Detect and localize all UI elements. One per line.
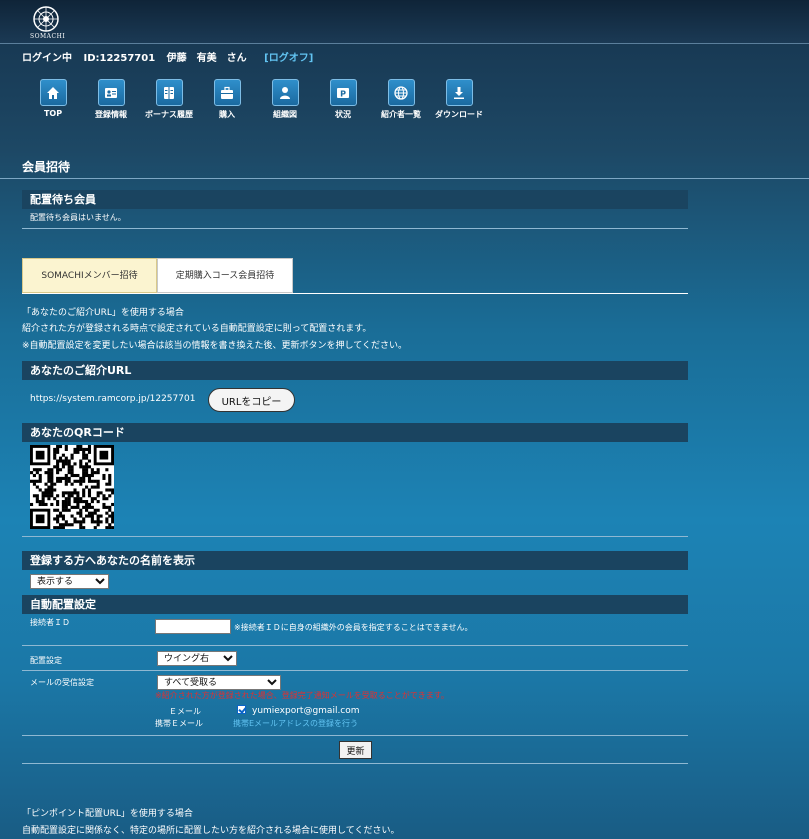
update-button[interactable]: 更新 [339,741,372,759]
intro-line-1: 「あなたのご紹介URL」を使用する場合 [22,308,184,318]
nav-download[interactable]: ダウンロード [430,79,488,120]
placement-select[interactable]: ウイング右 [157,651,237,666]
qr-code [30,445,115,530]
logout-link[interactable]: [ログオフ] [264,53,313,64]
tabs-divider [22,293,688,294]
placement-label: 配置設定 [30,656,62,665]
email-label: Ｅメール [169,707,201,716]
nav-purchase[interactable]: 購入 [198,79,256,120]
ledger-icon[interactable] [155,79,183,106]
member-id: ID:12257701 [83,53,156,64]
auto-placement-heading: 自動配置設定 [22,595,688,614]
user-name: 伊藤 有美 さん [166,53,247,64]
email-checkbox[interactable] [237,705,246,714]
parking-sign-icon[interactable]: P [329,79,357,106]
main-nav: TOP 登録情報 ボーナス履歴 購入 組織図 P 状況 紹介者一覧 ダウンロード [24,79,488,120]
connector-id-label: 接続者ＩＤ [30,618,70,627]
nav-label: ボーナス履歴 [145,110,193,119]
nav-status[interactable]: P 状況 [314,79,372,120]
nav-label: 紹介者一覧 [381,110,421,119]
briefcase-icon[interactable] [213,79,241,106]
mail-setting-label: メールの受信設定 [30,678,94,687]
mobile-email-label: 携帯Ｅメール [155,719,203,728]
login-status-bar: ログイン中 ID:12257701 伊藤 有美 さん [ログオフ] [22,49,313,64]
nav-label: ダウンロード [435,110,483,119]
nav-label: 状況 [335,110,351,119]
svg-text:P: P [340,89,346,98]
home-icon[interactable] [39,79,67,106]
qr-heading: あなたのQRコード [22,423,688,442]
connector-divider [22,645,688,646]
login-status: ログイン中 [22,53,72,64]
nav-label: 登録情報 [95,110,127,119]
nav-label: 組織図 [273,110,297,119]
connector-id-input[interactable] [155,619,231,634]
nav-registration[interactable]: 登録情報 [82,79,140,120]
nav-bonus-history[interactable]: ボーナス履歴 [140,79,198,120]
referral-heading: あなたのご紹介URL [22,361,688,380]
page-title: 会員招待 [22,160,71,174]
download-icon[interactable] [445,79,473,106]
tab-subscription-member-invite[interactable]: 定期購入コース会員招待 [157,258,293,293]
pending-message: 配置待ち会員はいません。 [30,213,126,222]
referral-url: https://system.ramcorp.jp/12257701 [30,394,196,404]
nav-top[interactable]: TOP [24,79,82,120]
somachi-logo[interactable]: SOMACHI [28,4,66,40]
pinpoint-line-1: 「ピンポイント配置URL」を使用する場合 [22,809,193,819]
tab-somachi-member-invite[interactable]: SOMACHIメンバー招待 [22,258,157,293]
nav-referrers[interactable]: 紹介者一覧 [372,79,430,120]
show-name-heading: 登録する方へあなたの名前を表示 [22,551,688,570]
show-name-select[interactable]: 表示する [30,574,109,589]
intro-line-2: 紹介された方が登録される時点で設定されている自動配置設定に則って配置されます。 [22,324,372,334]
intro-line-3: ※自動配置設定を変更したい場合は該当の情報を書き換えた後、更新ボタンを押してくだ… [22,341,408,351]
mail-divider [22,735,688,736]
update-divider [22,763,688,764]
pinpoint-line-2: 自動配置設定に関係なく、特定の場所に配置したい方を紹介される場合に使用してくださ… [22,826,400,836]
email-value: yumiexport@gmail.com [252,706,360,716]
globe-icon[interactable] [387,79,415,106]
qr-divider [22,536,688,537]
connector-id-note: ※接続者ＩＤに自身の組織外の会員を指定することはできません。 [234,623,473,632]
top-bar [0,0,809,44]
register-mobile-email-link[interactable]: 携帯Eメールアドレスの登録を行う [233,718,358,729]
logo-text: SOMACHI [30,33,66,40]
mail-setting-select[interactable]: すべて受取る [157,675,281,690]
id-card-icon[interactable] [97,79,125,106]
nav-label: TOP [43,109,63,118]
copy-url-button[interactable]: URLをコピー [208,388,295,412]
pending-heading: 配置待ち会員 [22,190,688,209]
mail-setting-note: ※紹介された方が登録された場合、登録完了通知メールを受取ることができます。 [155,691,449,700]
placement-divider [22,670,688,671]
pending-divider [22,228,688,229]
person-icon[interactable] [271,79,299,106]
title-divider [0,178,809,179]
header-divider [0,43,809,44]
nav-label: 購入 [219,110,235,119]
nav-organization[interactable]: 組織図 [256,79,314,120]
